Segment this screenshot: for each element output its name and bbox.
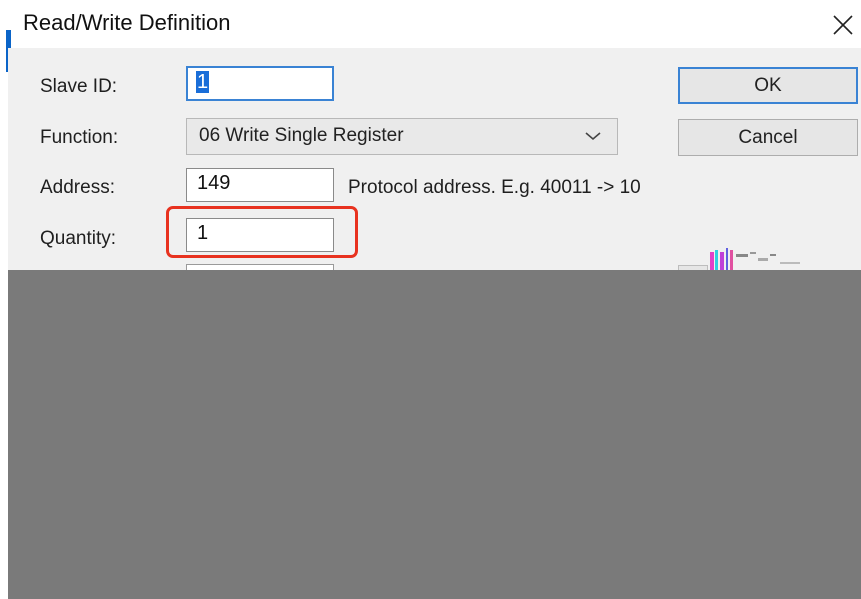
- function-label: Function:: [40, 127, 119, 148]
- address-hint: Protocol address. E.g. 40011 -> 10: [348, 177, 641, 198]
- chevron-down-icon: [585, 132, 601, 141]
- quantity-label: Quantity:: [40, 228, 117, 249]
- window-title: Read/Write Definition: [23, 10, 231, 35]
- function-select[interactable]: 06 Write Single Register: [186, 118, 618, 155]
- slave-id-input[interactable]: 1: [186, 66, 334, 101]
- title-bar: Read/Write Definition: [0, 0, 861, 48]
- cancel-button[interactable]: Cancel: [678, 119, 858, 156]
- close-icon[interactable]: [828, 10, 858, 40]
- image-artifact: [710, 248, 800, 270]
- function-select-value: 06 Write Single Register: [199, 125, 404, 146]
- ok-button[interactable]: OK: [678, 67, 858, 104]
- redacted-area: [8, 270, 861, 599]
- slave-id-value: 1: [196, 71, 210, 93]
- quantity-highlight: [166, 206, 358, 258]
- address-label: Address:: [40, 177, 115, 198]
- slave-id-label: Slave ID:: [40, 76, 118, 97]
- address-value: 149: [197, 172, 231, 194]
- address-input[interactable]: 149: [186, 168, 334, 202]
